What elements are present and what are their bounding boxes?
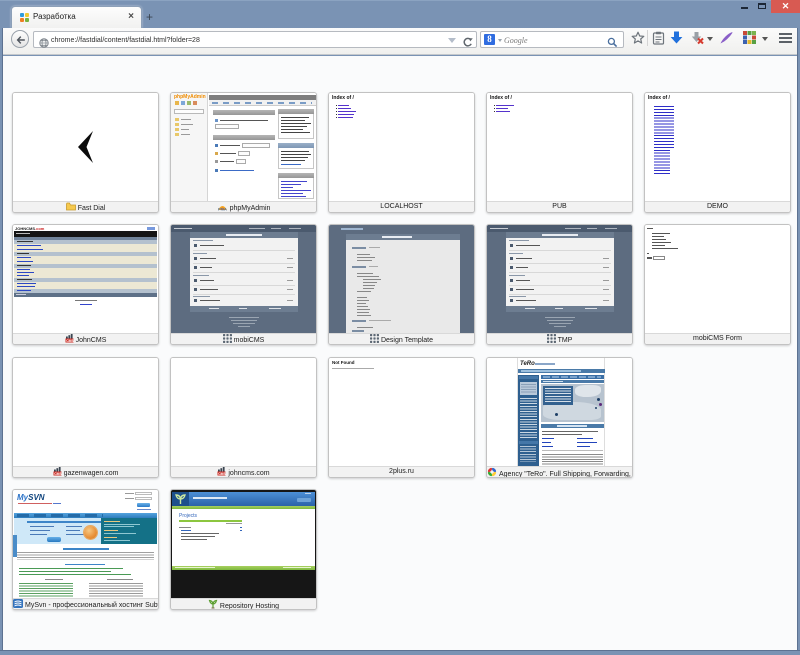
svg-text:CMS: CMS xyxy=(219,472,227,476)
svg-text:CMS: CMS xyxy=(54,472,62,476)
svg-text:PMA: PMA xyxy=(218,207,227,212)
svg-text:CMS: CMS xyxy=(66,339,74,343)
